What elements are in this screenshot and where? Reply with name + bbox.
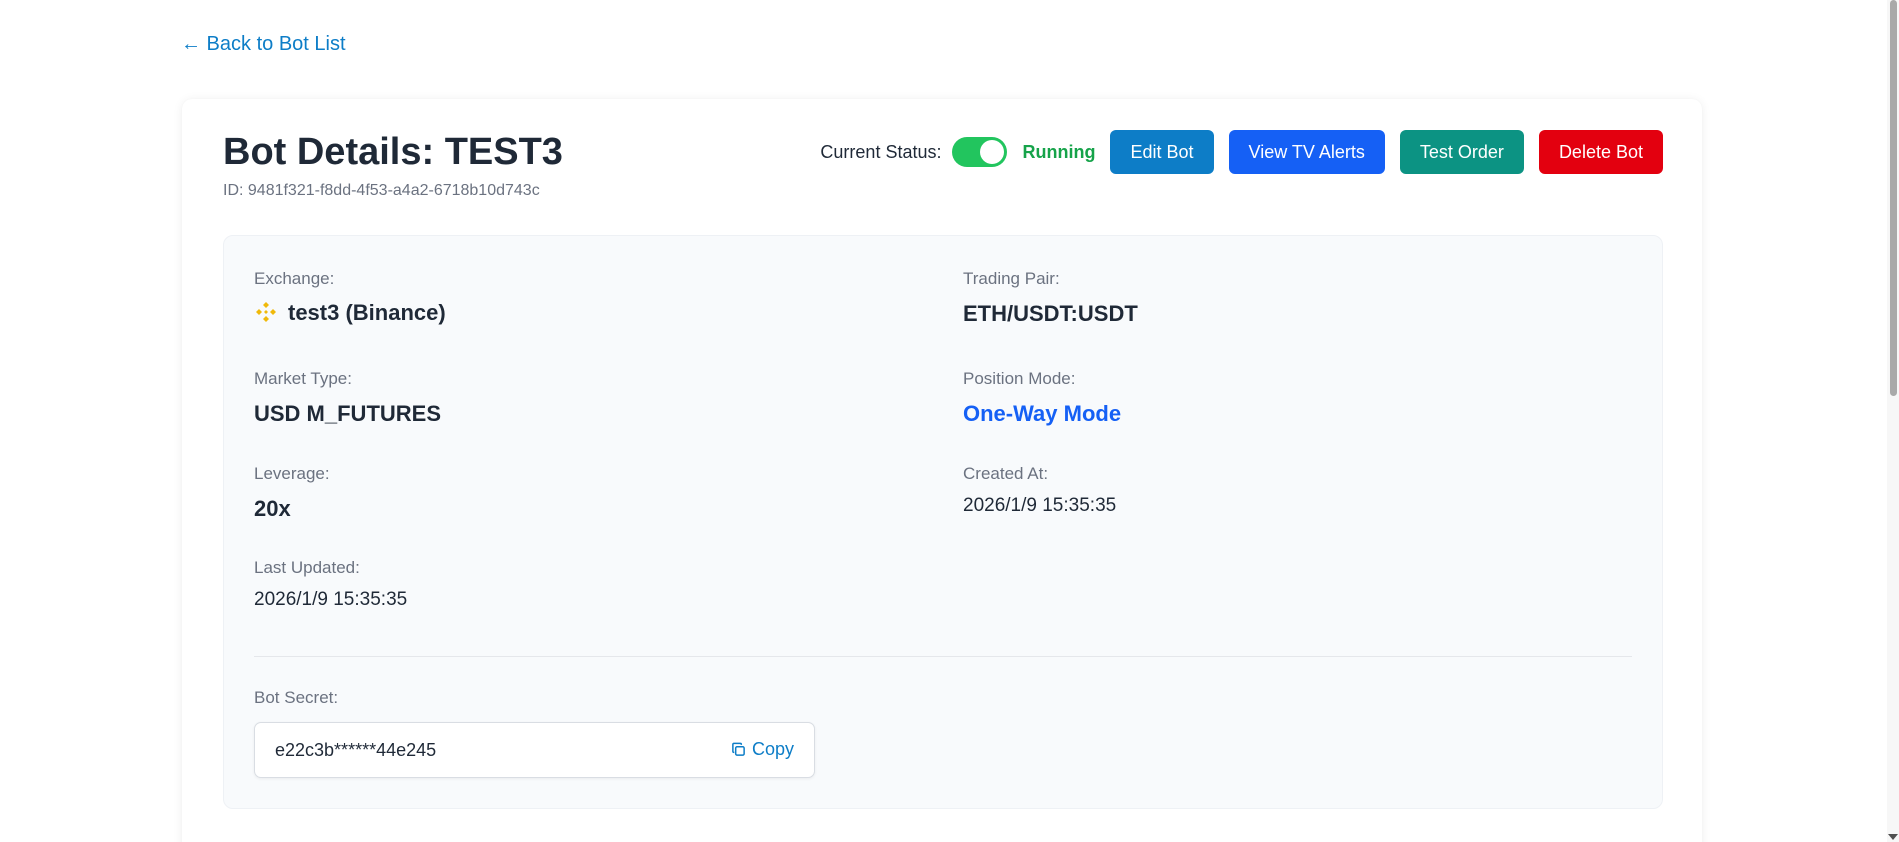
exchange-value: test3 (Binance) — [288, 300, 446, 325]
last-updated-value: 2026/1/9 15:35:35 — [254, 589, 408, 610]
created-at-label: Created At: — [963, 464, 1049, 483]
page-scrollbar[interactable] — [1887, 0, 1899, 842]
view-tv-alerts-button[interactable]: View TV Alerts — [1228, 130, 1385, 174]
market-type-value: USD M_FUTURES — [254, 401, 442, 426]
leverage-label: Leverage: — [254, 464, 330, 483]
status-toggle[interactable] — [952, 137, 1008, 167]
status-running-text: Running — [1022, 141, 1096, 162]
last-updated-label: Last Updated: — [254, 558, 360, 577]
copy-label: Copy — [751, 739, 794, 759]
bot-secret-box: e22c3b******44e245 Copy — [254, 722, 815, 778]
trading-pair-value: ETH/USDT:USDT — [963, 301, 1138, 326]
page-title: Bot Details: TEST3 — [223, 131, 563, 173]
exchange-value-row: test3 (Binance) — [254, 300, 446, 326]
trading-pair-label: Trading Pair: — [963, 269, 1060, 288]
copy-secret-button[interactable]: Copy — [731, 739, 794, 760]
binance-icon — [256, 302, 276, 322]
edit-bot-button[interactable]: Edit Bot — [1110, 130, 1214, 174]
bot-id: ID: 9481f321-f8dd-4f53-a4a2-6718b10d743c — [223, 182, 540, 199]
scrollbar-thumb[interactable] — [1890, 0, 1897, 396]
bot-secret-value: e22c3b******44e245 — [275, 740, 437, 760]
details-divider — [254, 656, 1632, 657]
scroll-down-arrow-icon[interactable] — [1888, 834, 1898, 840]
exchange-label: Exchange: — [254, 269, 335, 288]
bot-details-page: ← Back to Bot List Bot Details: TEST3 ID… — [0, 0, 1899, 842]
current-status-label: Current Status: — [820, 141, 942, 162]
bot-secret-label: Bot Secret: — [254, 688, 339, 707]
status-toggle-knob — [980, 140, 1005, 164]
header-actions: Current Status: Running Edit Bot View TV… — [820, 130, 1663, 174]
position-mode-value: One-Way Mode — [963, 401, 1122, 426]
back-to-bot-list-link[interactable]: ← Back to Bot List — [181, 33, 346, 56]
position-mode-label: Position Mode: — [963, 369, 1076, 388]
delete-bot-button[interactable]: Delete Bot — [1538, 130, 1663, 174]
copy-icon — [732, 742, 745, 756]
created-at-value: 2026/1/9 15:35:35 — [963, 495, 1117, 516]
leverage-value: 20x — [254, 496, 291, 521]
test-order-button[interactable]: Test Order — [1399, 130, 1524, 174]
bot-details-panel: Exchange: test3 (Binance) Trading Pair: … — [223, 235, 1663, 809]
market-type-label: Market Type: — [254, 369, 352, 388]
